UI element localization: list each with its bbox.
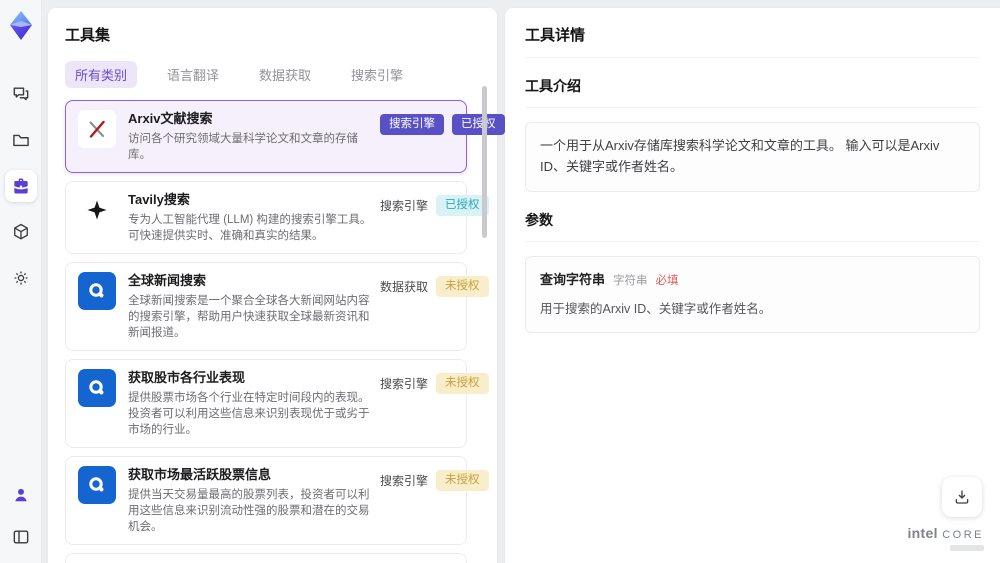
tool-list: Arxiv文献搜索 访问各个研究领域大量科学论文和文章的存储库。 搜索引擎 已授… bbox=[65, 100, 505, 563]
param-name: 查询字符串 bbox=[540, 271, 606, 287]
tool-list-item[interactable]: 全球新闻搜索 全球新闻搜索是一个聚合全球各大新闻网站内容的搜索引擎，帮助用户快速… bbox=[65, 262, 489, 351]
tool-badges: 搜索引擎 未授权 bbox=[380, 466, 489, 491]
tab-category-3[interactable]: 搜索引擎 bbox=[341, 61, 413, 88]
tool-description: 专为人工智能代理 (LLM) 构建的搜索引擎工具。可快速提供实时、准确和真实的结… bbox=[128, 214, 372, 242]
category-badge: 数据获取 bbox=[380, 279, 429, 294]
tool-description: 提供股票市场各个行业在特定时间段内的表现。投资者可以利用这些信息来识别表现优于或… bbox=[128, 392, 370, 436]
param-card: 查询字符串 字符串 必填 用于搜索的Arxiv ID、关键字或作者姓名。 bbox=[525, 255, 980, 334]
left-rail bbox=[0, 0, 42, 563]
core-brand-text: core bbox=[942, 529, 984, 541]
news-service-icon bbox=[78, 466, 116, 504]
tool-description: 提供当天交易量最高的股票列表，投资者可以利用这些信息来识别流动性强的股票和潜在的… bbox=[128, 489, 370, 533]
tool-name: Arxiv文献搜索 bbox=[128, 111, 213, 126]
sidebar-item-chat[interactable] bbox=[5, 78, 37, 110]
intel-core-logo: intel core bbox=[907, 526, 984, 551]
tool-description: 全球新闻搜索是一个聚合全球各大新闻网站内容的搜索引擎，帮助用户快速获取全球最新资… bbox=[128, 295, 370, 339]
rail-nav bbox=[4, 78, 37, 294]
tool-name: Tavily搜索 bbox=[128, 192, 190, 207]
category-badge: 搜索引擎 bbox=[380, 376, 429, 391]
tool-name: 全球新闻搜索 bbox=[128, 273, 207, 288]
cube-icon bbox=[13, 223, 28, 240]
rail-bottom bbox=[5, 479, 37, 553]
user-icon bbox=[14, 488, 27, 502]
auth-status-badge: 未授权 bbox=[436, 276, 489, 297]
tool-list-item[interactable]: 获取股市各行业表现 提供股票市场各个行业在特定时间段内的表现。投资者可以利用这些… bbox=[65, 359, 489, 448]
category-tabs: 所有类别 语言翻译 数据获取 搜索引擎 bbox=[65, 61, 481, 88]
tool-text: Tavily搜索 专为人工智能代理 (LLM) 构建的搜索引擎工具。可快速提供实… bbox=[128, 191, 380, 244]
collapse-panel-icon bbox=[13, 530, 28, 544]
param-required-flag: 必填 bbox=[655, 274, 679, 287]
tool-description: 访问各个研究领域大量科学论文和文章的存储库。 bbox=[128, 133, 358, 161]
tool-list-item[interactable]: 获取市场最活跃股票信息 提供当天交易量最高的股票列表，投资者可以利用这些信息来识… bbox=[65, 456, 489, 545]
auth-status-badge: 未授权 bbox=[436, 373, 489, 394]
user-avatar[interactable] bbox=[5, 479, 37, 511]
category-badge: 搜索引擎 bbox=[380, 114, 444, 135]
tool-list-panel: 工具集 所有类别 语言翻译 数据获取 搜索引擎 Arxiv文献搜索 访问各个研究领域大… bbox=[48, 8, 505, 563]
app-logo bbox=[9, 11, 32, 40]
tool-badges: 数据获取 未授权 bbox=[380, 272, 489, 297]
tool-name: 获取股市各行业表现 bbox=[128, 370, 246, 385]
params-heading: 参数 bbox=[525, 210, 980, 242]
detail-title: 工具详情 bbox=[525, 24, 980, 58]
download-button[interactable] bbox=[942, 477, 982, 517]
arxiv-logo-icon bbox=[78, 110, 116, 148]
auth-status-badge: 已授权 bbox=[452, 114, 505, 135]
sidebar-item-settings[interactable] bbox=[5, 262, 37, 294]
tool-text: 全球新闻搜索 全球新闻搜索是一个聚合全球各大新闻网站内容的搜索引擎，帮助用户快速… bbox=[128, 272, 380, 341]
sidebar-item-plugins[interactable] bbox=[5, 216, 37, 248]
news-service-icon bbox=[78, 369, 116, 407]
news-service-icon bbox=[78, 272, 116, 310]
briefcase-icon bbox=[13, 178, 28, 194]
sidebar-item-tools[interactable] bbox=[4, 170, 37, 202]
scrollbar-thumb[interactable] bbox=[482, 86, 487, 238]
collapse-sidebar-button[interactable] bbox=[5, 521, 37, 553]
param-type: 字符串 bbox=[613, 274, 648, 287]
tab-category-1[interactable]: 语言翻译 bbox=[157, 61, 229, 88]
tool-list-item[interactable]: Arxiv文献搜索 访问各个研究领域大量科学论文和文章的存储库。 搜索引擎 已授… bbox=[65, 100, 505, 173]
category-badge: 搜索引擎 bbox=[380, 198, 429, 213]
intel-brand-text: intel bbox=[907, 525, 938, 541]
param-description: 用于搜索的Arxiv ID、关键字或作者姓名。 bbox=[540, 302, 772, 317]
folder-icon bbox=[12, 134, 29, 147]
tool-badges: 搜索引擎 未授权 bbox=[380, 369, 489, 394]
sidebar-item-files[interactable] bbox=[5, 124, 37, 156]
intro-text: 一个用于从Arxiv存储库搜索科学论文和文章的工具。 输入可以是Arxiv ID… bbox=[525, 122, 980, 192]
tool-list-item[interactable]: 万维地区新闻查询 查询具体行政区划内的新闻，快速了解各地新闻动态 搜索引擎 未授… bbox=[65, 553, 467, 563]
auth-status-badge: 已授权 bbox=[436, 195, 489, 216]
sparkle-icon bbox=[78, 191, 116, 229]
tool-name: 获取市场最活跃股票信息 bbox=[128, 467, 272, 482]
intel-sub-mark bbox=[950, 545, 984, 551]
tool-text: 获取股市各行业表现 提供股票市场各个行业在特定时间段内的表现。投资者可以利用这些… bbox=[128, 369, 380, 438]
category-badge: 搜索引擎 bbox=[380, 473, 429, 488]
chat-icon bbox=[13, 87, 28, 101]
tab-category-0[interactable]: 所有类别 bbox=[65, 61, 138, 88]
page-title: 工具集 bbox=[65, 27, 111, 44]
tab-category-2[interactable]: 数据获取 bbox=[249, 61, 321, 88]
intro-heading: 工具介绍 bbox=[525, 76, 980, 108]
tool-text: 获取市场最活跃股票信息 提供当天交易量最高的股票列表，投资者可以利用这些信息来识… bbox=[128, 466, 380, 535]
tool-text: Arxiv文献搜索 访问各个研究领域大量科学论文和文章的存储库。 bbox=[128, 110, 380, 163]
tool-badges: 搜索引擎 已授权 bbox=[380, 191, 489, 216]
tool-detail-panel: 工具详情 工具介绍 一个用于从Arxiv存储库搜索科学论文和文章的工具。 输入可… bbox=[505, 8, 1000, 563]
gear-icon bbox=[14, 271, 27, 285]
tool-list-item[interactable]: Tavily搜索 专为人工智能代理 (LLM) 构建的搜索引擎工具。可快速提供实… bbox=[65, 181, 489, 254]
download-icon bbox=[955, 490, 969, 504]
auth-status-badge: 未授权 bbox=[436, 470, 489, 491]
